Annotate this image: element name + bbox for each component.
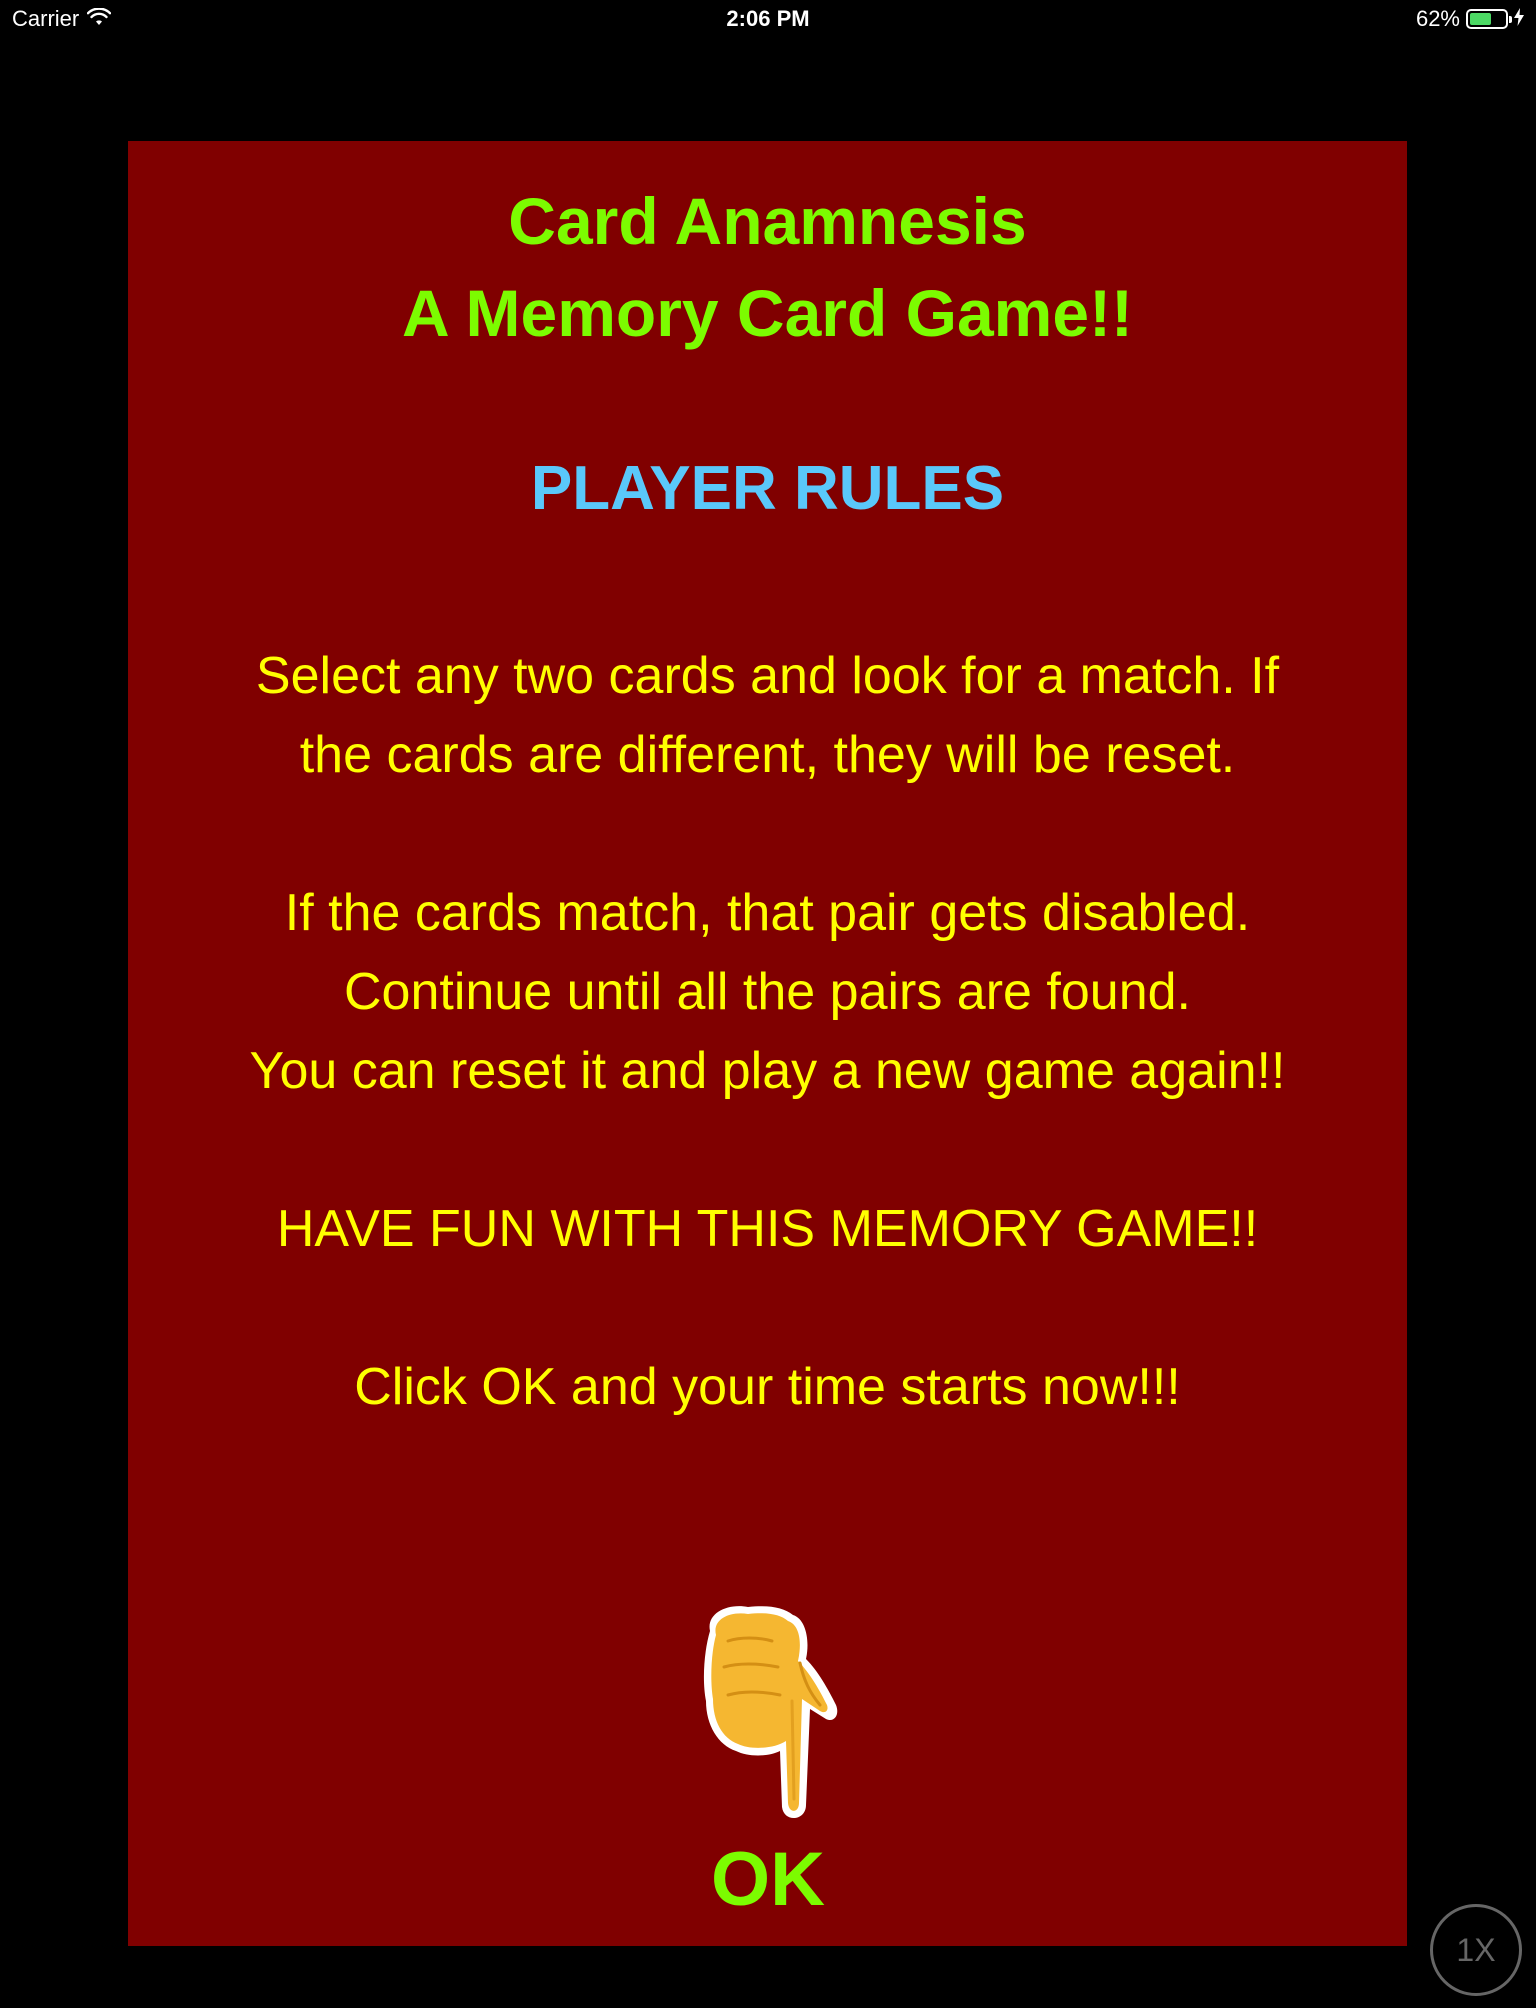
battery-level — [1470, 13, 1491, 25]
rules-line: Continue until all the pairs are found. — [344, 963, 1191, 1021]
rules-line: If the cards match, that pair gets disab… — [284, 884, 1251, 942]
rules-heading: PLAYER RULES — [530, 454, 1005, 523]
rules-line: Select any two cards and look for a matc… — [255, 647, 1280, 705]
status-time: 2:06 PM — [726, 6, 810, 31]
rules-line: You can reset it and play a new game aga… — [249, 1042, 1286, 1100]
title-line-2: A Memory Card Game!! — [401, 276, 1134, 350]
game-title: Card Anamnesis A Memory Card Game!! — [128, 175, 1407, 359]
pointing-down-hand-icon[interactable] — [688, 1601, 848, 1831]
charging-icon — [1514, 6, 1524, 32]
status-bar: Carrier 2:06 PM 62% — [0, 0, 1536, 40]
rules-fun-line: HAVE FUN WITH THIS MEMORY GAME!! — [276, 1200, 1259, 1258]
status-right: 62% — [1416, 6, 1524, 32]
battery-nub — [1509, 16, 1512, 23]
rules-start-line: Click OK and your time starts now!!! — [354, 1358, 1181, 1416]
battery-percent: 62% — [1415, 6, 1460, 31]
ok-label[interactable]: OK — [628, 1836, 908, 1923]
rules-text: Select any two cards and look for a matc… — [148, 637, 1387, 1427]
ok-button[interactable]: OK — [628, 1601, 908, 1941]
rules-line: the cards are different, they will be re… — [299, 726, 1236, 784]
rules-panel: Card Anamnesis A Memory Card Game!! PLAY… — [128, 141, 1407, 1946]
zoom-badge[interactable]: 1X — [1430, 1904, 1522, 1996]
title-line-1: Card Anamnesis — [508, 184, 1027, 258]
battery-icon — [1466, 9, 1512, 29]
